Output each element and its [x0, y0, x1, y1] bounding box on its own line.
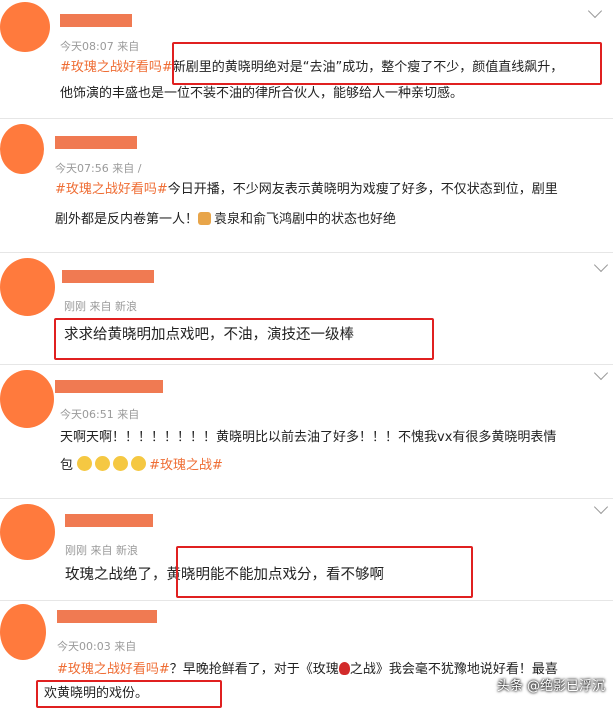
post-2: 今天07:56 来自 / #玫瑰之战好看吗#今日开播，不少网友表示黄晓明为戏瘦了…	[0, 120, 613, 250]
divider	[0, 498, 613, 499]
post-source: 来自	[114, 640, 137, 653]
topic-tag[interactable]: #玫瑰之战好看吗#	[57, 662, 170, 677]
rose-icon	[338, 662, 350, 675]
post-time: 刚刚	[65, 544, 87, 557]
highlight-box	[176, 546, 473, 598]
username-redacted[interactable]	[57, 610, 157, 623]
highlight-box	[54, 318, 434, 360]
post-meta: 今天08:07 来自	[60, 38, 139, 54]
post-5: 刚刚 来自 新浪 玫瑰之战绝了，黄晓明能不能加点戏分，看不够啊	[0, 499, 613, 600]
chevron-down-icon[interactable]	[587, 3, 603, 19]
post-time: 今天08:07	[60, 40, 114, 53]
chevron-down-icon[interactable]	[593, 499, 609, 515]
post-meta: 今天07:56 来自 /	[55, 160, 141, 176]
post-meta: 刚刚 来自 新浪	[65, 542, 138, 558]
post-time: 今天07:56	[55, 162, 109, 175]
post-text-line-2: 包 #玫瑰之战#	[60, 456, 223, 473]
divider	[0, 364, 613, 365]
chevron-down-icon[interactable]	[593, 257, 609, 273]
username-redacted[interactable]	[55, 380, 163, 393]
username-redacted[interactable]	[55, 136, 137, 149]
post-time: 今天00:03	[57, 640, 111, 653]
username-redacted[interactable]	[60, 14, 132, 27]
post-meta: 刚刚 来自 新浪	[64, 298, 137, 314]
watermark: 头条 @绝影已浮沉	[496, 679, 605, 694]
emoji-icon	[95, 456, 111, 471]
post-3: 刚刚 来自 新浪 求求给黄晓明加点戏吧，不油，演技还一级棒	[0, 254, 613, 364]
topic-tag[interactable]: #玫瑰之战好看吗#	[55, 182, 168, 197]
post-text-line-1: #玫瑰之战好看吗#今日开播，不少网友表示黄晓明为戏瘦了好多，不仅状态到位，剧里	[55, 182, 558, 197]
post-text-line-1: #玫瑰之战好看吗#？早晚抢鲜看了，对于《玫瑰 之战》我会毫不犹豫地说好看！最喜	[57, 662, 558, 677]
post-1: 今天08:07 来自 #玫瑰之战好看吗#新剧里的黄晓明绝对是“去油”成功，整个瘦…	[0, 0, 613, 118]
emoji-icon	[77, 456, 93, 471]
divider	[0, 600, 613, 601]
post-source: 来自 /	[112, 162, 142, 175]
divider	[0, 252, 613, 253]
avatar[interactable]	[0, 124, 44, 174]
chevron-down-icon[interactable]	[593, 365, 609, 381]
avatar[interactable]	[0, 504, 55, 560]
username-redacted[interactable]	[65, 514, 153, 527]
emoji-icon	[198, 212, 212, 225]
avatar[interactable]	[0, 258, 55, 316]
post-source: 来自 新浪	[89, 300, 138, 313]
avatar[interactable]	[0, 370, 54, 428]
post-source: 来自	[117, 408, 140, 421]
post-time: 今天06:51	[60, 408, 114, 421]
emoji-icon	[131, 456, 147, 471]
post-source: 来自	[117, 40, 140, 53]
post-4: 今天06:51 来自 天啊天啊！！！！！！！！黄晓明比以前去油了好多！！！不愧我…	[0, 365, 613, 498]
post-meta: 今天00:03 来自	[57, 638, 136, 654]
highlight-box	[36, 680, 222, 708]
post-meta: 今天06:51 来自	[60, 406, 139, 422]
divider	[0, 118, 613, 119]
emoji-icon	[113, 456, 129, 471]
post-text-line-1: 天啊天啊！！！！！！！！黄晓明比以前去油了好多！！！不愧我vx有很多黄晓明表情	[60, 430, 557, 445]
highlight-box	[172, 42, 602, 85]
post-text-line-2: 剧外都是反内卷第一人！ 袁泉和俞飞鸿剧中的状态也好绝	[55, 212, 397, 227]
avatar[interactable]	[0, 604, 46, 660]
topic-tag[interactable]: #玫瑰之战#	[149, 458, 223, 473]
topic-tag[interactable]: #玫瑰之战好看吗#	[60, 60, 173, 75]
username-redacted[interactable]	[62, 270, 154, 283]
avatar[interactable]	[0, 2, 50, 52]
post-time: 刚刚	[64, 300, 86, 313]
post-text-line-2: 他饰演的丰盛也是一位不装不油的律所合伙人，能够给人一种亲切感。	[60, 86, 464, 101]
post-source: 来自 新浪	[90, 544, 139, 557]
